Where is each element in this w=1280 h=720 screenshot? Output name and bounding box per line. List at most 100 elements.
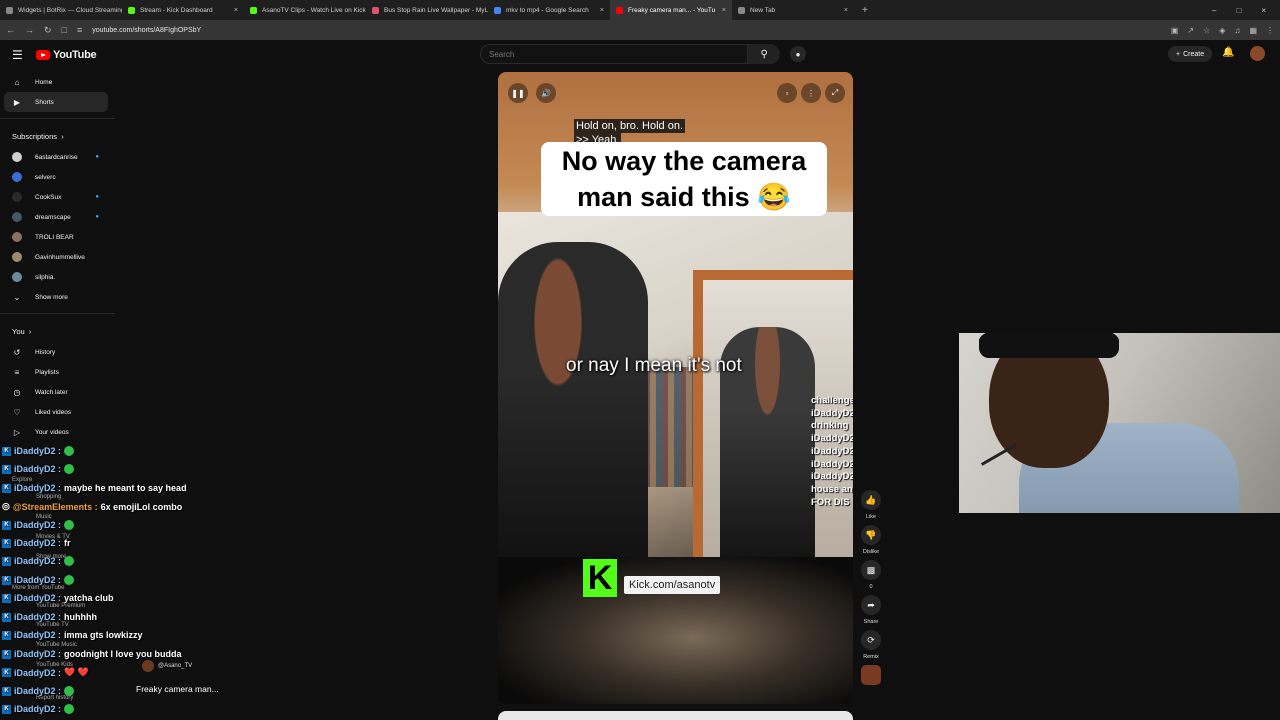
sidebar-subscription[interactable]: selverc — [0, 167, 115, 187]
sidebar-item-liked-videos[interactable]: ♡ Liked videos — [0, 402, 115, 422]
dislike-action[interactable]: 👎 Dislike — [858, 525, 884, 556]
notifications-bell-icon[interactable]: 🔔 — [1222, 47, 1234, 58]
create-button[interactable]: + Create — [1168, 46, 1213, 62]
short-actions: 👍 Like 👎 Dislike ▩ 0 ➦ Share ⟳ Remix — [858, 490, 884, 689]
tab-close-icon[interactable]: × — [234, 7, 238, 14]
overlay-text-line: drinking — [811, 420, 849, 432]
pause-button[interactable]: ❚❚ — [508, 83, 528, 103]
site-info-icon[interactable]: ≡ — [77, 25, 82, 35]
account-avatar[interactable] — [1250, 46, 1265, 61]
overlay-text-line: iDaddyD2 — [811, 458, 853, 470]
new-tab-icon[interactable]: + — [862, 5, 868, 16]
sidebar-item-shorts[interactable]: ▶ Shorts — [4, 92, 108, 112]
share-arrow-icon[interactable]: ➦ — [861, 595, 881, 615]
webcam-overlay — [959, 333, 1280, 513]
share-icon[interactable]: ↗ — [1187, 26, 1194, 35]
browser-tab[interactable]: New Tab × — [732, 0, 854, 20]
subscriptions-heading[interactable]: Subscriptions › — [0, 125, 115, 147]
remix-action[interactable]: ⟳ Remix — [858, 630, 884, 661]
search-input[interactable] — [480, 44, 749, 64]
maximize-icon[interactable]: □ — [1236, 6, 1241, 15]
reload-icon[interactable]: ↻ — [44, 25, 52, 36]
star-icon[interactable]: ☆ — [1203, 26, 1210, 35]
tab-title: Freaky camera man... - YouTu — [628, 6, 716, 14]
overlay-text-line: iDaddyD2 — [811, 407, 853, 419]
overlay-text-line: house an — [811, 483, 853, 495]
thumbs-down-icon[interactable]: 👎 — [861, 525, 881, 545]
channel-avatar — [12, 232, 22, 242]
tab-title: AsanoTV Clips - Watch Live on Kick — [262, 6, 366, 14]
sidebar-subscription[interactable]: silphia. — [0, 267, 115, 287]
streamelements-icon: ◎ — [2, 501, 10, 511]
short-channel[interactable]: @Asano_TV — [142, 660, 219, 672]
browser-tab[interactable]: Widgets | BotRix — Cloud Streaming× — [0, 0, 122, 20]
chat-message: KiDaddyD2 : — [2, 556, 75, 566]
voice-search-button[interactable]: ● — [790, 46, 806, 62]
chat-username: iDaddyD2 : — [14, 686, 62, 696]
fullscreen-button[interactable]: ⤢ — [825, 83, 845, 103]
overlay-text-line: challenge — [811, 395, 853, 406]
sidebar-subscription[interactable]: dreamscape ● — [0, 207, 115, 227]
browser-tab[interactable]: AsanoTV Clips - Watch Live on Kick× — [244, 0, 366, 20]
sidebar-item-playlists[interactable]: ≡ Playlists — [0, 362, 115, 382]
stream-chat-overlay: KiDaddyD2 : KiDaddyD2 : KiDaddyD2 : maybe h… — [0, 430, 260, 720]
music-icon[interactable]: ♫ — [1234, 26, 1240, 35]
share-action[interactable]: ➦ Share — [858, 595, 884, 626]
emote-icon — [64, 520, 75, 530]
youtube-logo[interactable]: YouTube — [36, 49, 97, 61]
chat-text: ❤️ ❤️ — [64, 667, 89, 677]
remix-icon[interactable]: ⟳ — [861, 630, 881, 650]
sidebar-item-watch-later[interactable]: ◷ Watch later — [0, 382, 115, 402]
tab-close-icon[interactable]: × — [722, 7, 726, 14]
chat-username: @StreamElements : — [12, 501, 98, 512]
volume-icon: 🔊 — [541, 88, 551, 98]
tab-close-icon[interactable]: × — [600, 7, 604, 14]
kick-url-label: Kick.com/asanotv — [624, 576, 721, 594]
minimize-icon[interactable]: – — [1212, 6, 1216, 15]
sidebar-subscription[interactable]: TROLI BEAR — [0, 227, 115, 247]
sound-action[interactable] — [858, 665, 884, 685]
chat-username: iDaddyD2 : — [14, 649, 62, 659]
tab-search-icon[interactable]: ▦ — [1249, 26, 1257, 35]
comments-action[interactable]: ▩ 0 — [858, 560, 884, 591]
sidebar-item-home[interactable]: ⌂ Home — [0, 72, 115, 92]
tab-close-icon[interactable]: × — [844, 7, 848, 14]
next-short-preview[interactable] — [498, 711, 853, 720]
like-action[interactable]: 👍 Like — [858, 490, 884, 521]
chat-message: KiDaddyD2 : maybe he meant to say head — [2, 483, 187, 493]
sidebar-subscription[interactable]: 6astardcanrise ● — [0, 147, 115, 167]
menu-icon[interactable]: ⋮ — [1266, 26, 1274, 35]
forward-icon[interactable]: → — [25, 25, 34, 35]
kick-badge-icon: K — [2, 575, 11, 585]
channel-name[interactable]: @Asano_TV — [158, 663, 192, 669]
screen-icon[interactable]: ▣ — [1171, 26, 1179, 35]
search-button[interactable]: ⚲ — [748, 44, 780, 64]
menu-hamburger-icon[interactable]: ☰ — [12, 48, 23, 62]
sidebar-subscription[interactable]: CookSux ● — [0, 187, 115, 207]
browser-tab[interactable]: Stream - Kick Dashboard × — [122, 0, 244, 20]
youtube-play-icon — [36, 50, 50, 60]
new-content-dot-icon: ● — [95, 194, 99, 200]
you-heading[interactable]: You › — [0, 320, 115, 342]
volume-button[interactable]: 🔊 — [536, 83, 556, 103]
watch-later-icon: ◷ — [13, 387, 21, 397]
channel-avatar — [12, 272, 22, 282]
browser-tab[interactable]: mkv to mp4 - Google Search × — [488, 0, 610, 20]
thumbs-up-icon[interactable]: 👍 — [861, 490, 881, 510]
extension-icon[interactable]: ◈ — [1219, 26, 1225, 35]
bookmark-icon[interactable]: □ — [62, 25, 67, 35]
sidebar-item-history[interactable]: ↺ History — [0, 342, 115, 362]
more-options-button[interactable]: ⋮ — [801, 83, 821, 103]
sidebar-subscription[interactable]: Gavinhummellive — [0, 247, 115, 267]
captions-button[interactable]: ▫ — [777, 83, 797, 103]
show-more-button[interactable]: ⌄ Show more — [0, 287, 115, 307]
channel-avatar[interactable] — [142, 660, 154, 672]
browser-tab[interactable]: Freaky camera man... - YouTu × — [610, 0, 732, 20]
short-video-player[interactable]: ❚❚ 🔊 ▫ ⋮ ⤢ Hold on, bro. Hold on. >> Yea… — [498, 72, 853, 704]
sound-thumbnail[interactable] — [861, 665, 881, 685]
close-window-icon[interactable]: × — [1261, 6, 1266, 15]
back-icon[interactable]: ← — [6, 25, 15, 35]
url-text[interactable]: youtube.com/shorts/A8FIghOPSbY — [92, 27, 201, 34]
comment-icon[interactable]: ▩ — [861, 560, 881, 580]
browser-tab[interactable]: Bus Stop Rain Live Wallpaper - MyLi× — [366, 0, 488, 20]
